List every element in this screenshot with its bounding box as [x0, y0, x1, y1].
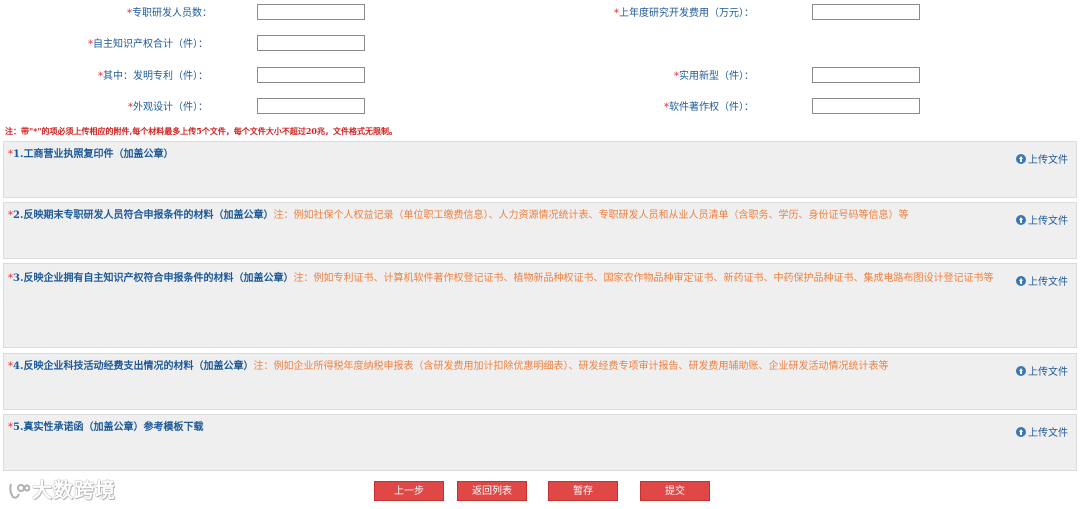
- attachment-hint: 注：例如社保个人权益记录（单位职工缴费信息）、人力资源情况统计表、专职研发人员和…: [273, 210, 909, 221]
- software-copyright-label: *软件著作权（件）：: [664, 102, 754, 113]
- form-row-4: *外观设计（件）： *软件著作权（件）：: [0, 98, 1080, 118]
- watermark: 大数跨境: [8, 474, 116, 503]
- attachment-panel-2: *2.反映期末专职研发人员符合申报条件的材料（加盖公章）注：例如社保个人权益记录…: [3, 202, 1077, 259]
- rd-expense-label: *上年度研究开发费用（万元）：: [614, 8, 754, 19]
- software-copyright-input[interactable]: [812, 98, 920, 114]
- upload-file-link[interactable]: 上传文件: [1016, 363, 1068, 378]
- attachment-hint: 注：例如企业所得税年度纳税申报表（含研发费用加计扣除优惠明细表）、研发经费专项审…: [253, 361, 889, 372]
- ip-total-label: *自主知识产权合计（件）：: [88, 39, 208, 50]
- form-row-3: *其中：发明专利（件）： *实用新型（件）：: [0, 67, 1080, 87]
- upload-icon: [1016, 276, 1026, 286]
- upload-file-link[interactable]: 上传文件: [1016, 424, 1068, 439]
- upload-file-link[interactable]: 上传文件: [1016, 273, 1068, 288]
- form-row-1: *专职研发人员数： *上年度研究开发费用（万元）：: [0, 4, 1080, 24]
- template-download-link[interactable]: 5.真实性承诺函（加盖公章）参考模板下载: [13, 422, 203, 433]
- attachment-hint: 注：例如专利证书、计算机软件著作权登记证书、植物新品种权证书、国家农作物品种审定…: [293, 273, 994, 284]
- attachment-title: 3.反映企业拥有自主知识产权符合申报条件的材料（加盖公章）: [13, 273, 294, 284]
- ip-total-input[interactable]: [257, 35, 365, 51]
- attachment-panel-5: *5.真实性承诺函（加盖公章）参考模板下载 上传文件: [3, 414, 1077, 471]
- back-to-list-button[interactable]: 返回列表: [457, 481, 527, 501]
- attachment-panel-3: *3.反映企业拥有自主知识产权符合申报条件的材料（加盖公章）注：例如专利证书、计…: [3, 263, 1077, 348]
- attachment-title: 1.工商营业执照复印件（加盖公章）: [13, 149, 174, 160]
- upload-icon: [1016, 215, 1026, 225]
- rd-staff-label: *专职研发人员数：: [127, 8, 212, 19]
- invention-patent-input[interactable]: [257, 67, 365, 83]
- attachment-panel-4: *4.反映企业科技活动经费支出情况的材料（加盖公章）注：例如企业所得税年度纳税申…: [3, 353, 1077, 410]
- attachment-title: 2.反映期末专职研发人员符合申报条件的材料（加盖公章）: [13, 210, 274, 221]
- upload-icon: [1016, 366, 1026, 376]
- rd-staff-input[interactable]: [257, 4, 365, 20]
- prev-step-button[interactable]: 上一步: [374, 481, 444, 501]
- upload-rules-note: 注：带"*"的项必须上传相应的附件,每个材料最多上传5个文件，每个文件大小不超过…: [5, 126, 397, 136]
- upload-file-link[interactable]: 上传文件: [1016, 212, 1068, 227]
- upload-icon: [1016, 427, 1026, 437]
- save-draft-button[interactable]: 暂存: [548, 481, 618, 501]
- invention-patent-label: *其中：发明专利（件）：: [98, 71, 208, 82]
- attachment-title: 4.反映企业科技活动经费支出情况的材料（加盖公章）: [13, 361, 254, 372]
- utility-model-label: *实用新型（件）：: [674, 71, 754, 82]
- attachment-panel-1: *1.工商营业执照复印件（加盖公章） 上传文件: [3, 141, 1077, 198]
- upload-file-link[interactable]: 上传文件: [1016, 151, 1068, 166]
- upload-icon: [1016, 154, 1026, 164]
- design-input[interactable]: [257, 98, 365, 114]
- form-row-2: *自主知识产权合计（件）：: [0, 35, 1080, 55]
- submit-button[interactable]: 提交: [640, 481, 710, 501]
- brand-logo-icon: [9, 483, 30, 499]
- rd-expense-input[interactable]: [812, 4, 920, 20]
- utility-model-input[interactable]: [812, 67, 920, 83]
- design-label: *外观设计（件）：: [128, 102, 208, 113]
